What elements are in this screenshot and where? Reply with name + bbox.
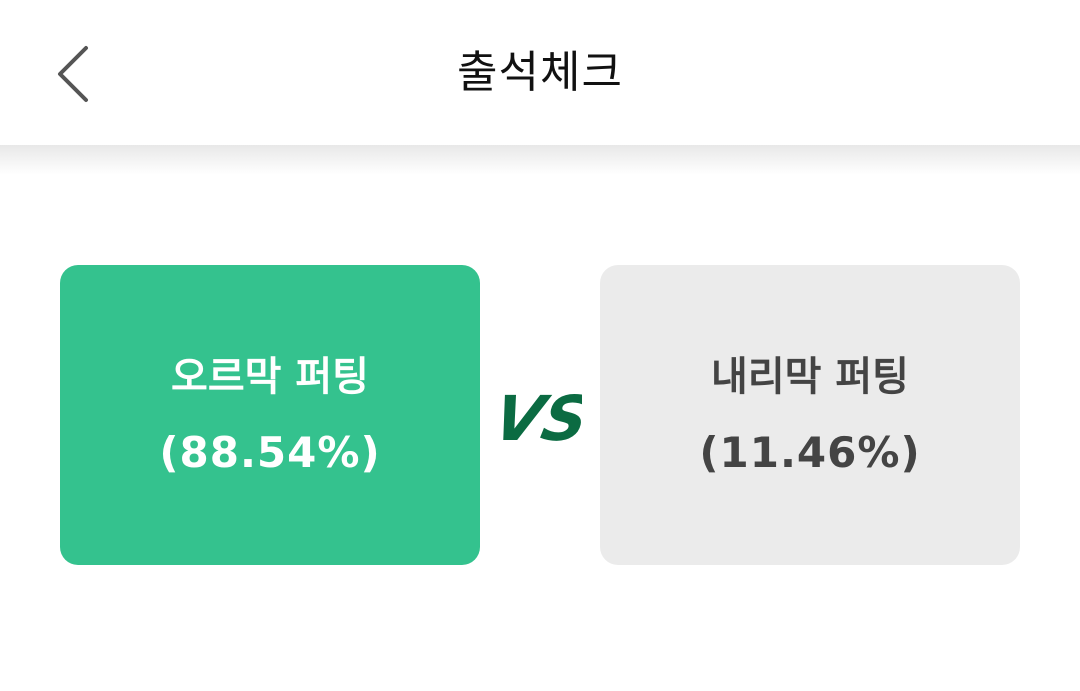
vote-option-downhill-putting[interactable]: 내리막 퍼팅 (11.46%) bbox=[600, 265, 1020, 565]
top-app-bar: 출석체크 bbox=[0, 0, 1080, 145]
page-title: 출석체크 bbox=[457, 47, 623, 98]
option-percent: (88.54%) bbox=[159, 428, 381, 477]
header-shadow bbox=[0, 145, 1080, 175]
option-label: 내리막 퍼팅 bbox=[711, 354, 909, 400]
vs-badge: VS bbox=[488, 360, 596, 470]
vote-option-uphill-putting[interactable]: 오르막 퍼팅 (88.54%) bbox=[60, 265, 480, 565]
option-label: 오르막 퍼팅 bbox=[171, 354, 369, 400]
vs-label: VS bbox=[498, 383, 582, 455]
option-percent: (11.46%) bbox=[699, 428, 921, 477]
